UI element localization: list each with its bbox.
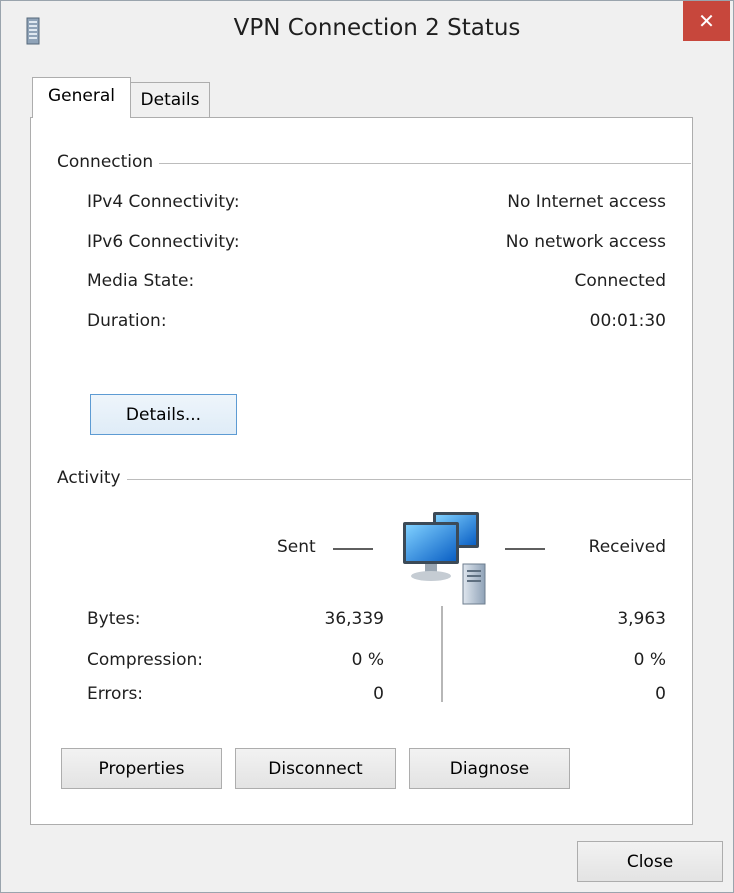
compression-label: Compression:	[87, 650, 204, 670]
sent-connector-line	[333, 548, 373, 550]
general-tab-panel: Connection IPv4 Connectivity: No Interne…	[30, 117, 693, 825]
errors-sent-value: 0	[373, 684, 384, 704]
close-window-button[interactable]: ✕	[683, 1, 730, 41]
ipv6-value: No network access	[505, 232, 666, 252]
duration-value: 00:01:30	[589, 311, 666, 331]
received-connector-line	[505, 548, 545, 550]
network-computers-icon	[403, 512, 486, 605]
tab-label: General	[48, 86, 115, 106]
errors-label: Errors:	[87, 684, 144, 704]
diagnose-button[interactable]: Diagnose	[409, 748, 570, 789]
tab-general[interactable]: General	[32, 77, 131, 118]
disconnect-button[interactable]: Disconnect	[235, 748, 396, 789]
compression-sent-value: 0 %	[351, 650, 384, 670]
media-state-value: Connected	[574, 271, 666, 291]
ipv6-label: IPv6 Connectivity:	[87, 232, 240, 252]
close-icon: ✕	[698, 9, 715, 33]
bytes-received-value: 3,963	[617, 609, 666, 629]
bytes-sent-value: 36,339	[324, 609, 384, 629]
errors-received-value: 0	[655, 684, 666, 704]
compression-received-value: 0 %	[633, 650, 666, 670]
ipv4-value: No Internet access	[507, 192, 666, 212]
bytes-label: Bytes:	[87, 609, 141, 629]
properties-button[interactable]: Properties	[61, 748, 222, 789]
duration-label: Duration:	[87, 311, 167, 331]
tab-details[interactable]: Details	[130, 82, 210, 117]
media-state-label: Media State:	[87, 271, 195, 291]
activity-group-title: Activity	[57, 468, 127, 488]
activity-divider	[441, 606, 443, 702]
received-label: Received	[588, 537, 666, 557]
details-button[interactable]: Details...	[90, 394, 237, 435]
connection-group-title: Connection	[57, 152, 160, 172]
status-dialog: VPN Connection 2 Status ✕ General Detail…	[0, 0, 734, 893]
window-title: VPN Connection 2 Status	[233, 15, 521, 41]
title-bar: VPN Connection 2 Status ✕	[1, 1, 733, 63]
close-button[interactable]: Close	[577, 841, 723, 882]
tab-label: Details	[140, 90, 200, 110]
group-divider	[57, 479, 691, 480]
ipv4-label: IPv4 Connectivity:	[87, 192, 240, 212]
sent-label: Sent	[277, 537, 316, 557]
